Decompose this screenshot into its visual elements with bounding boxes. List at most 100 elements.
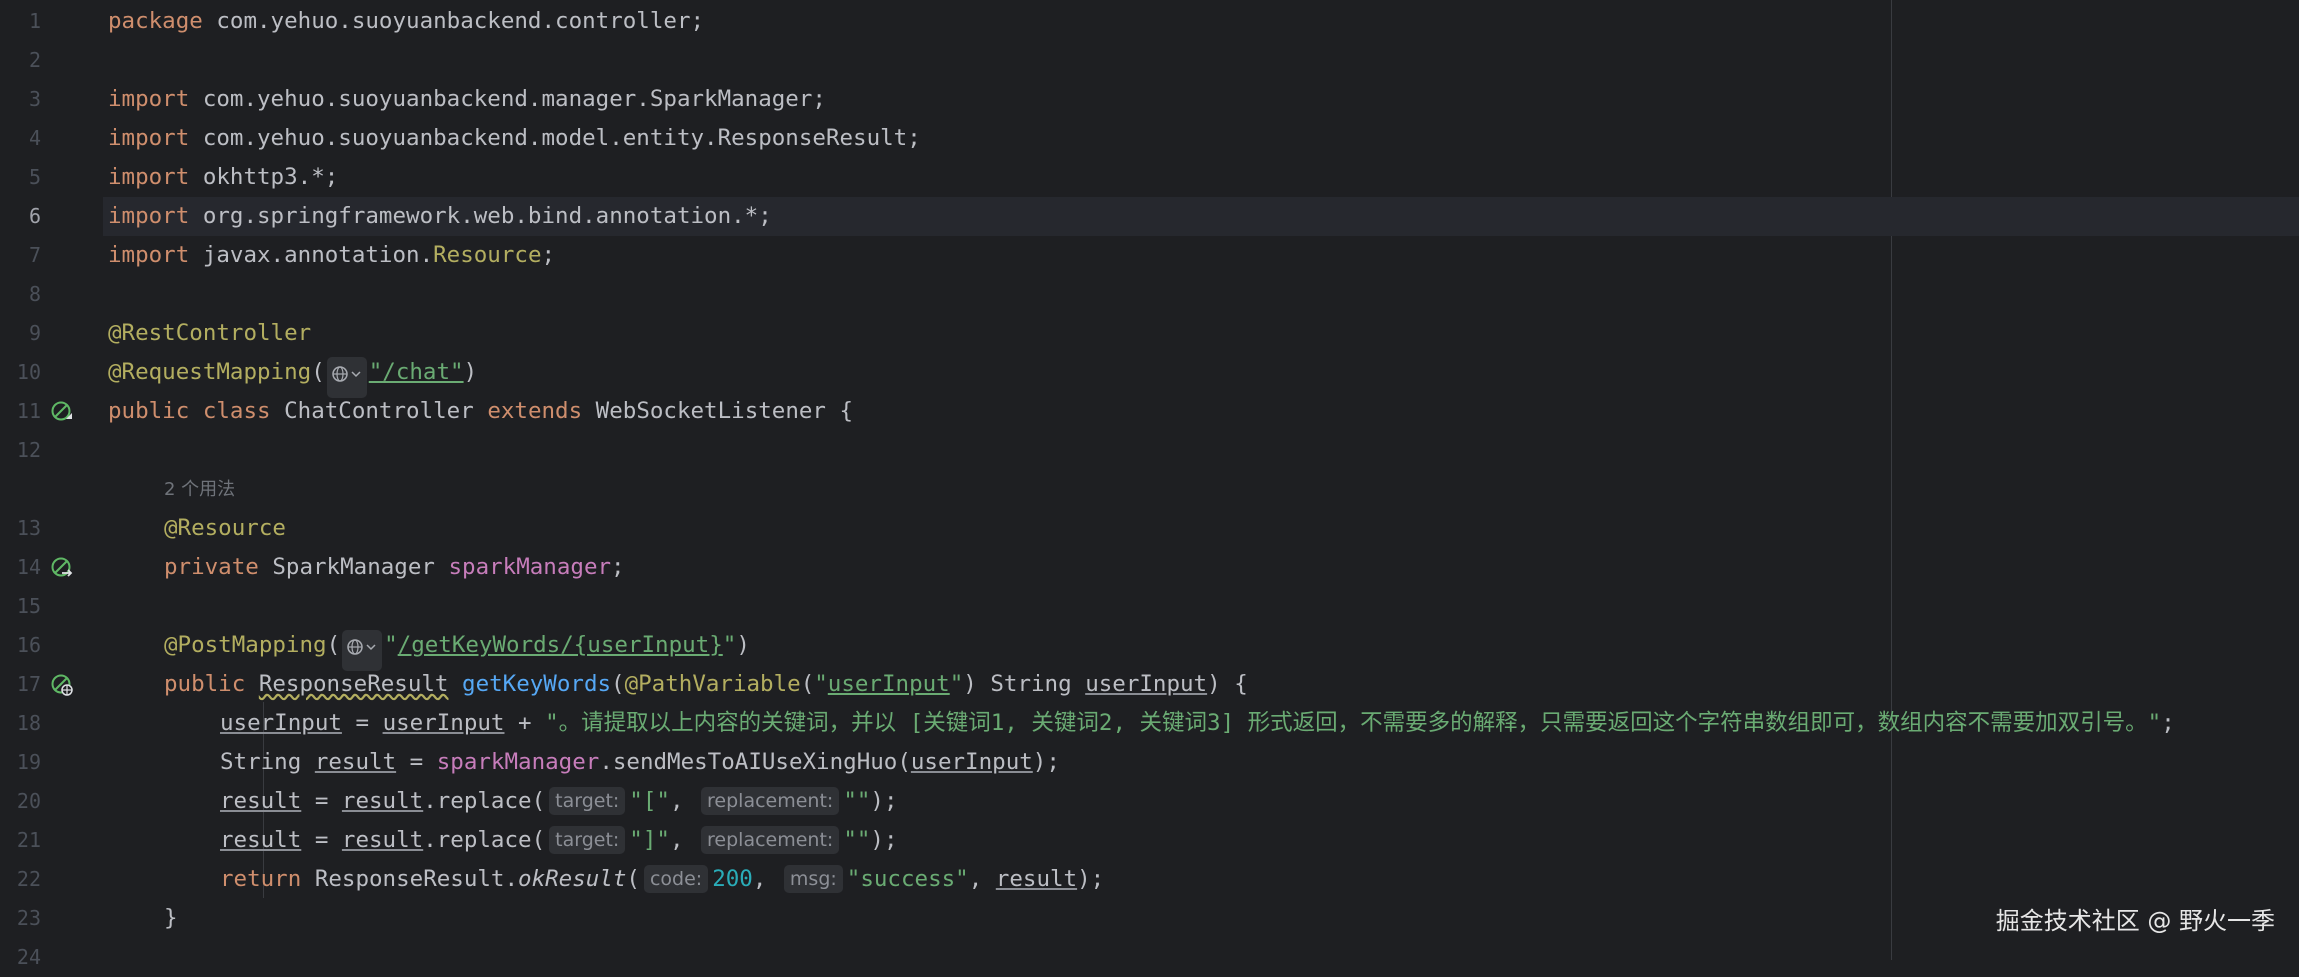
code-text: ;	[2161, 710, 2175, 736]
line-number: 17	[16, 672, 41, 696]
code-text: org.springframework.web.bind.annotation.…	[189, 203, 772, 229]
code-line[interactable]: @PostMapping("/getKeyWords/{userInput}")	[103, 626, 2299, 671]
keyword: private	[164, 554, 259, 580]
keyword: import	[108, 86, 190, 112]
param-hint-target[interactable]: target:	[549, 787, 626, 815]
code-line[interactable]: return ResponseResult.okResult(code: 200,…	[103, 860, 2299, 899]
method-name: getKeyWords	[462, 671, 612, 697]
parameter-name: userInput	[1085, 671, 1208, 697]
line-number: 23	[16, 906, 41, 930]
code-text: com.yehuo.suoyuanbackend.manager.SparkMa…	[189, 86, 826, 112]
keyword: package	[108, 8, 203, 34]
autowired-bean-icon[interactable]	[50, 556, 74, 580]
code-line[interactable]: userInput = userInput + "。请提取以上内容的关键词，并以…	[103, 704, 2299, 743]
string-literal: "["	[629, 788, 670, 814]
param-hint-replacement[interactable]: replacement:	[701, 826, 840, 854]
class-name: ChatController	[270, 398, 488, 424]
gutter-line: 10	[0, 353, 103, 392]
type-name: SparkManager	[258, 554, 449, 580]
code-line[interactable]: @RestController	[103, 314, 2299, 353]
gutter-line: 4	[0, 119, 103, 158]
code-line[interactable]: private SparkManager sparkManager;	[103, 548, 2299, 587]
code-line[interactable]: import javax.annotation.Resource;	[103, 236, 2299, 275]
gutter-line: 13	[0, 509, 103, 548]
string-quote: "	[949, 671, 964, 697]
string-literal: userInput	[827, 671, 950, 697]
field-name: sparkManager	[448, 554, 612, 580]
code-text: (	[800, 671, 815, 697]
gutter: 1 2 3 4 5 6 7 8 9 10 11 12 13 14 15 16 1…	[0, 0, 103, 969]
gutter-line: 2	[0, 41, 103, 80]
line-number: 19	[16, 750, 41, 774]
gutter-line: 22	[0, 860, 103, 899]
code-line[interactable]: public ResponseResult getKeyWords(@PathV…	[103, 665, 2299, 704]
code-text: ,	[669, 827, 684, 853]
code-line[interactable]: @RequestMapping("/chat")	[103, 353, 2299, 398]
gutter-line: 21	[0, 821, 103, 860]
web-endpoint-icon[interactable]	[50, 673, 74, 697]
annotation: @PathVariable	[624, 671, 801, 697]
gutter-line: 5	[0, 158, 103, 197]
code-line-current[interactable]: import org.springframework.web.bind.anno…	[103, 197, 2299, 236]
closing-brace: }	[164, 905, 178, 931]
code-editor[interactable]: 1 2 3 4 5 6 7 8 9 10 11 12 13 14 15 16 1…	[0, 0, 2299, 969]
string-literal: "。请提取以上内容的关键词，并以 [关键词1, 关键词2, 关键词3] 形式返回…	[545, 710, 2162, 736]
gutter-line: 12	[0, 431, 103, 470]
param-hint-msg[interactable]: msg:	[783, 865, 843, 893]
gutter-line: 1	[0, 2, 103, 41]
gutter-line: 24	[0, 938, 103, 977]
code-text: )	[463, 359, 478, 385]
code-line[interactable]: @Resource	[103, 509, 2299, 548]
param-hint-replacement[interactable]: replacement:	[701, 787, 840, 815]
string-literal[interactable]: /getKeyWords/{userInput}	[398, 632, 723, 658]
param-hint-target[interactable]: target:	[549, 826, 626, 854]
keyword: import	[108, 164, 190, 190]
line-number: 3	[28, 87, 41, 111]
variable: result	[220, 827, 302, 853]
string-literal[interactable]: "/chat"	[369, 359, 464, 385]
code-text: com.yehuo.suoyuanbackend.controller;	[202, 8, 705, 34]
code-line[interactable]: package com.yehuo.suoyuanbackend.control…	[103, 2, 2299, 41]
line-number-current: 6	[28, 204, 41, 228]
keyword: class	[202, 398, 271, 424]
code-line[interactable]: }	[103, 899, 2299, 938]
code-text: )	[736, 632, 750, 658]
line-number: 4	[28, 126, 41, 150]
type-name: String	[220, 749, 315, 775]
code-text: (	[311, 359, 325, 385]
line-number: 5	[28, 165, 41, 189]
keyword: return	[220, 866, 302, 892]
code-line[interactable]: import com.yehuo.suoyuanbackend.manager.…	[103, 80, 2299, 119]
code-line[interactable]: String result = sparkManager.sendMesToAI…	[103, 743, 2299, 782]
code-line[interactable]: public class ChatController extends WebS…	[103, 392, 2299, 431]
line-number: 18	[16, 711, 41, 735]
gutter-line: 18	[0, 704, 103, 743]
usage-hint[interactable]: 2 个用法	[103, 470, 2299, 509]
code-text: .replace(	[423, 827, 546, 853]
keyword: extends	[487, 398, 583, 424]
code-text: );	[1032, 749, 1060, 775]
gutter-line: 16	[0, 626, 103, 665]
string-quote: "	[814, 671, 828, 697]
keyword: import	[108, 125, 190, 151]
code-text: .sendMesToAIUseXingHuo(	[599, 749, 911, 775]
code-text: ,	[752, 866, 767, 892]
gutter-line: 15	[0, 587, 103, 626]
code-line[interactable]: import com.yehuo.suoyuanbackend.model.en…	[103, 119, 2299, 158]
gutter-line: 9	[0, 314, 103, 353]
implemented-class-icon[interactable]	[50, 400, 74, 424]
param-hint-code[interactable]: code:	[643, 865, 709, 893]
gutter-line: 3	[0, 80, 103, 119]
code-text: ResponseResult.	[301, 866, 519, 892]
annotation: @RestController	[108, 320, 312, 346]
string-literal: "]"	[629, 827, 670, 853]
code-line[interactable]: result = result.replace(target: "]", repl…	[103, 821, 2299, 860]
line-number: 24	[16, 945, 41, 969]
line-number: 10	[16, 360, 41, 384]
gutter-line: 19	[0, 743, 103, 782]
code-area[interactable]: package com.yehuo.suoyuanbackend.control…	[103, 0, 2299, 960]
code-line[interactable]: import okhttp3.*;	[103, 158, 2299, 197]
code-text: );	[870, 788, 898, 814]
line-number: 15	[16, 594, 41, 618]
code-line[interactable]: result = result.replace(target: "[", repl…	[103, 782, 2299, 821]
